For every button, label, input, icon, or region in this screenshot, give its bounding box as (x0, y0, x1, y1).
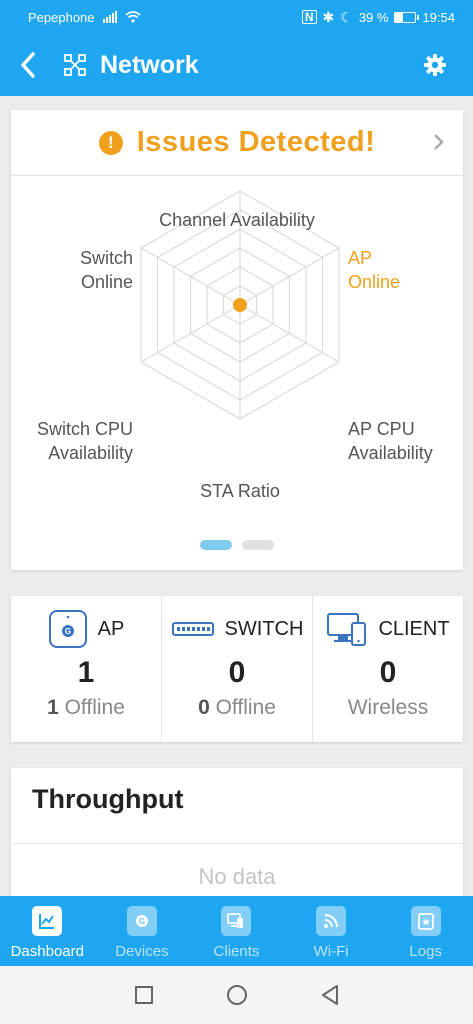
chevron-right-icon (434, 134, 444, 150)
radar-label-switch-online: Switch Online (79, 248, 133, 292)
devices-icon: G (126, 906, 157, 936)
throughput-card: Throughput No data (11, 768, 463, 908)
tab-label-devices: Devices (115, 943, 169, 960)
battery-percent: 39 % (358, 9, 389, 25)
moon-icon: ☾ (340, 8, 353, 25)
tab-logs[interactable]: Logs (378, 896, 473, 966)
bottom-tab-bar: Dashboard G Devices Clients Wi-Fi Logs (0, 896, 473, 966)
switch-label: SWITCH (224, 617, 304, 640)
tab-devices[interactable]: G Devices (95, 896, 190, 966)
radar-label-channel: Channel Availability (159, 210, 315, 230)
tab-label-wifi: Wi-Fi (313, 943, 349, 960)
tab-wifi[interactable]: Wi-Fi (284, 896, 379, 966)
app-bar: Network (0, 34, 473, 96)
signal-icon (102, 11, 117, 23)
svg-text:G: G (65, 627, 71, 636)
battery-icon (394, 11, 420, 23)
client-label: CLIENT (378, 617, 450, 640)
back-arrow-icon (21, 52, 35, 78)
switch-count: 0 (228, 656, 246, 689)
recent-apps-button[interactable] (134, 985, 154, 1005)
throughput-empty: No data (198, 864, 276, 889)
tab-label-clients: Clients (213, 943, 260, 960)
issues-title: Issues Detected! (136, 126, 376, 158)
dashboard-icon (32, 906, 63, 936)
client-stat[interactable]: CLIENT 0 Wireless (313, 596, 463, 742)
radar-label-ap-cpu: AP CPU Availability (348, 419, 433, 463)
tab-label-dashboard: Dashboard (10, 943, 84, 960)
page-dot-2[interactable] (242, 540, 274, 550)
tab-dashboard[interactable]: Dashboard (0, 896, 95, 966)
network-icon (60, 54, 90, 76)
ap-stat[interactable]: G AP 1 1 Offline (11, 596, 162, 742)
carrier-name: Pepephone (28, 9, 95, 25)
client-devices-icon (327, 613, 367, 646)
warning-icon: ! (98, 130, 123, 155)
back-button[interactable] (0, 34, 56, 96)
page-dot-1[interactable] (200, 540, 232, 550)
radar-label-switch-cpu: Switch CPU Availability (36, 419, 133, 463)
home-button[interactable] (226, 984, 248, 1006)
ap-offline: 1 Offline (47, 696, 125, 719)
radar-chart (140, 190, 340, 420)
bluetooth-icon: ✱ (322, 8, 335, 25)
device-stats-card: G AP 1 1 Offline SWITCH 0 0 Offline CLIE… (11, 596, 463, 742)
system-nav-bar (0, 966, 473, 1024)
status-bar: Pepephone N ✱ ☾ 39 % 19:54 (0, 0, 473, 34)
access-point-icon: G (48, 610, 87, 648)
ap-label: AP (97, 617, 125, 640)
throughput-title: Throughput (11, 768, 463, 844)
radar-data-point (233, 298, 247, 312)
switch-offline: 0 Offline (198, 696, 276, 719)
logs-icon (410, 906, 441, 936)
settings-button[interactable] (417, 47, 453, 83)
wifi-status-icon (124, 11, 141, 23)
tab-clients[interactable]: Clients (189, 896, 284, 966)
switch-icon (171, 622, 214, 636)
issues-card: ! Issues Detected! Channel Availability … (11, 110, 463, 570)
radar-label-ap-online: AP Online (348, 248, 401, 292)
clock: 19:54 (422, 9, 455, 25)
gear-icon (424, 54, 446, 76)
nfc-icon: N (301, 10, 317, 24)
issues-header[interactable]: ! Issues Detected! (11, 110, 463, 176)
svg-text:G: G (139, 917, 145, 926)
client-type: Wireless (347, 696, 429, 719)
switch-stat[interactable]: SWITCH 0 0 Offline (162, 596, 313, 742)
wifi-icon (316, 906, 347, 936)
back-nav-button[interactable] (320, 984, 340, 1006)
radar-label-sta-ratio: STA Ratio (200, 481, 280, 501)
client-count: 0 (379, 656, 397, 689)
page-indicator (200, 540, 274, 550)
clients-icon (221, 906, 252, 936)
ap-count: 1 (77, 656, 95, 689)
tab-label-logs: Logs (409, 943, 442, 960)
page-title: Network (100, 50, 199, 79)
